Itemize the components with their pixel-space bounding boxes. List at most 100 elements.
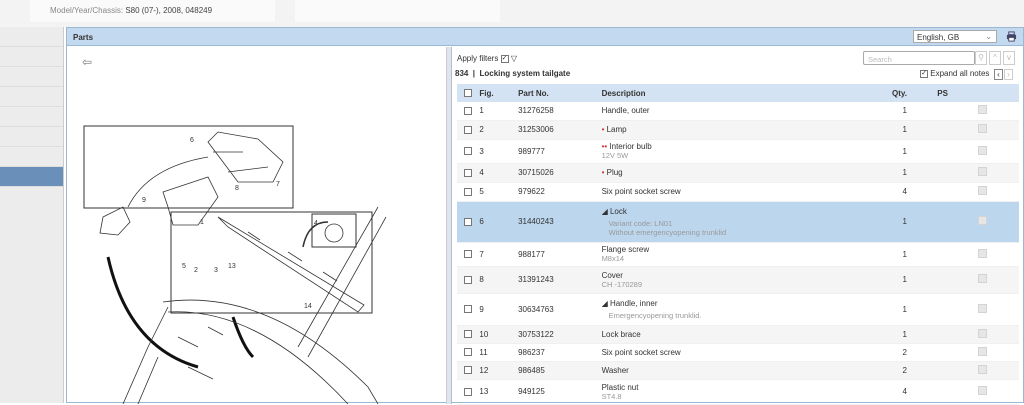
sidebar-item[interactable] [0, 107, 63, 127]
page-next-button[interactable]: › [1004, 69, 1013, 80]
table-row[interactable]: 9 30634763 ◢ Handle, inner Emergencyopeni… [457, 293, 1019, 326]
expand-all-notes-checkbox[interactable]: ✓ [920, 69, 928, 78]
expand-all-notes: ✓ Expand all notes [920, 69, 990, 78]
row-note: Without emergencyopening trunklid [608, 227, 727, 237]
sidebar-item[interactable] [0, 47, 63, 67]
note-icon[interactable] [978, 124, 988, 133]
row-checkbox[interactable] [464, 217, 472, 226]
table-row[interactable]: 10 30753122 Lock brace 1 [457, 325, 1019, 344]
sidebar-item[interactable] [0, 27, 63, 47]
note-icon[interactable] [978, 248, 988, 258]
sidebar-item[interactable] [0, 147, 63, 167]
callout-6[interactable]: 6 [190, 137, 194, 144]
row-note: CH -170289 [601, 279, 643, 289]
note-icon[interactable] [978, 328, 988, 338]
sidebar-item[interactable] [0, 127, 63, 147]
col-part-no[interactable]: Part No. [518, 84, 602, 102]
exploded-view-illustration[interactable]: 6 7 8 9 1 4 5 2 3 13 14 [68, 47, 447, 404]
callout-9[interactable]: 9 [142, 197, 146, 204]
row-checkbox[interactable] [464, 168, 472, 177]
row-description: Flange screw [601, 245, 650, 254]
note-icon[interactable] [978, 186, 988, 195]
print-icon[interactable] [1006, 31, 1017, 42]
search-input[interactable]: Search [863, 51, 975, 65]
row-part-no[interactable]: 949125 [518, 379, 602, 405]
note-icon[interactable] [978, 386, 988, 395]
row-checkbox[interactable] [464, 250, 472, 259]
callout-13[interactable]: 13 [228, 263, 236, 270]
table-row[interactable]: 5 979622 Six point socket screw 4 [457, 182, 1019, 202]
col-qty[interactable]: Qty. [856, 84, 907, 102]
row-part-no[interactable]: 979622 [518, 182, 602, 202]
row-part-no[interactable]: 989777 [518, 139, 602, 164]
row-checkbox[interactable] [464, 330, 472, 339]
row-description: Lamp [606, 125, 627, 134]
note-icon[interactable] [978, 105, 988, 115]
select-all-checkbox[interactable] [464, 89, 472, 98]
row-part-no[interactable]: 30634763 [518, 293, 602, 326]
callout-3[interactable]: 3 [214, 267, 218, 274]
chevron-down-icon: ⌄ [985, 32, 992, 41]
callout-4[interactable]: 4 [314, 220, 318, 227]
table-row[interactable]: 13 949125 Plastic nut ST4.8 4 [457, 379, 1019, 405]
callout-5[interactable]: 5 [182, 263, 186, 270]
sidebar-item[interactable] [0, 87, 63, 107]
row-part-no[interactable]: 31391243 [518, 266, 602, 294]
row-checkbox[interactable] [464, 147, 472, 156]
row-part-no[interactable]: 31253006 [518, 120, 602, 140]
row-checkbox[interactable] [464, 107, 472, 116]
row-marker: ◢ [601, 298, 608, 308]
row-part-no[interactable]: 986237 [518, 343, 602, 362]
note-icon[interactable] [978, 346, 988, 356]
col-fig[interactable]: Fig. [479, 84, 519, 102]
note-icon[interactable] [978, 364, 988, 374]
callout-7[interactable]: 7 [276, 181, 280, 188]
table-row[interactable]: 6 31440243 ◢ Lock Variant code: LN01 Witho… [457, 201, 1019, 243]
callout-8[interactable]: 8 [235, 185, 239, 192]
callout-2[interactable]: 2 [194, 267, 198, 274]
col-ps[interactable]: PS [906, 84, 979, 102]
note-icon[interactable] [978, 274, 988, 283]
note-icon[interactable] [978, 303, 988, 313]
row-checkbox[interactable] [464, 125, 472, 134]
row-checkbox[interactable] [464, 366, 472, 375]
row-checkbox[interactable] [464, 348, 472, 357]
previous-result-button[interactable]: ^ [989, 51, 1001, 65]
language-select[interactable]: English, GB ⌄ [913, 30, 997, 43]
row-description: Plastic nut [601, 382, 639, 392]
row-part-no[interactable]: 31276258 [518, 102, 602, 121]
apply-filters-checkbox[interactable]: ✓ [500, 54, 509, 63]
table-row[interactable]: 4 30715026 • Plug 1 [457, 163, 1019, 183]
row-qty: 1 [856, 139, 907, 164]
col-description[interactable]: Description [601, 84, 857, 102]
pane-splitter[interactable] [447, 47, 452, 404]
table-row[interactable]: 7 988177 Flange screw M8x14 1 [457, 242, 1019, 267]
search-icon[interactable]: ⚲ [975, 51, 987, 65]
page-prev-button[interactable]: ‹ [994, 69, 1003, 80]
row-part-no[interactable]: 31440243 [518, 201, 602, 243]
row-marker: •• [601, 142, 608, 151]
sidebar-item-selected[interactable] [0, 167, 63, 187]
row-checkbox[interactable] [464, 387, 472, 396]
callout-14[interactable]: 14 [304, 303, 312, 310]
row-part-no[interactable]: 30715026 [518, 163, 602, 183]
table-row[interactable]: 1 31276258 Handle, outer 1 [457, 102, 1019, 121]
note-icon[interactable] [978, 216, 988, 225]
table-row[interactable]: 3 989777 •• Interior bulb 12V 5W 1 [457, 139, 1019, 164]
row-part-no[interactable]: 30753122 [518, 325, 602, 344]
table-row[interactable]: 2 31253006 • Lamp 1 [457, 120, 1019, 140]
row-checkbox[interactable] [464, 305, 472, 314]
note-icon[interactable] [978, 145, 988, 155]
row-checkbox[interactable] [464, 275, 472, 284]
sidebar-item[interactable] [0, 67, 63, 87]
table-row[interactable]: 8 31391243 Cover CH -170289 1 [457, 266, 1019, 294]
note-icon[interactable] [978, 167, 988, 176]
table-row[interactable]: 12 986485 Washer 2 [457, 361, 1019, 380]
row-part-no[interactable]: 986485 [518, 361, 602, 380]
row-part-no[interactable]: 988177 [518, 242, 602, 267]
row-checkbox[interactable] [464, 187, 472, 196]
callout-1[interactable]: 1 [200, 219, 204, 226]
filter-icon[interactable]: ▽ [511, 54, 517, 63]
next-result-button[interactable]: v [1003, 51, 1015, 65]
table-row[interactable]: 11 986237 Six point socket screw 2 [457, 343, 1019, 362]
